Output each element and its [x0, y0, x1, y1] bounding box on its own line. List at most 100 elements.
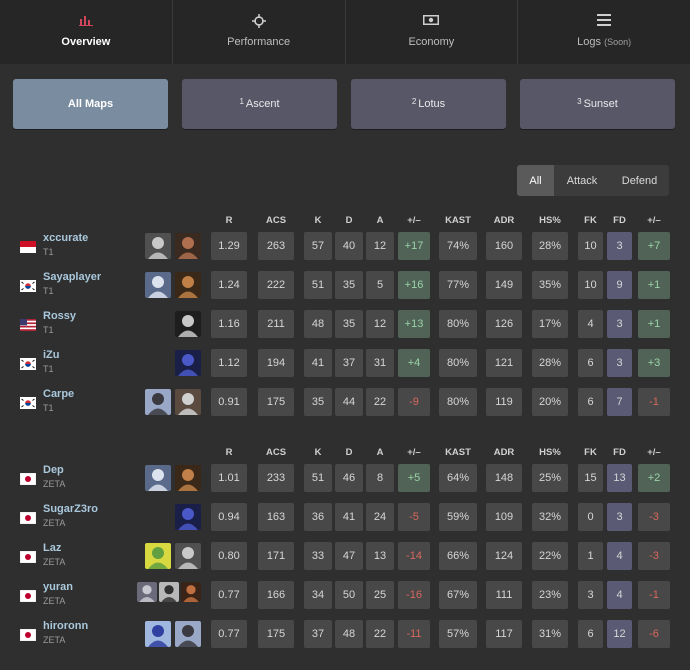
player-row: Carpe T1 0.91 175 35 44 22 -9 80% 119 20% 6 7 -1 [0, 386, 690, 425]
stat-cell: 50 [335, 581, 363, 609]
stat-cell: 33 [304, 542, 332, 570]
column-header: D [345, 215, 353, 226]
stat-cell: 1.12 [211, 349, 247, 377]
map-label: All Maps [67, 98, 114, 110]
column-header: ACS [265, 447, 287, 458]
stat-cell: +1 [638, 310, 670, 338]
agent-l-icon [181, 582, 201, 602]
stat-cell: 34 [304, 581, 332, 609]
player-name[interactable]: Sayaplayer [43, 271, 101, 283]
stat-cell: 35 [304, 388, 332, 416]
stat-cell: 163 [258, 503, 294, 531]
column-header: FK [584, 447, 597, 458]
agent-c-icon [145, 465, 171, 491]
stat-cell: 3 [607, 232, 632, 260]
player-name[interactable]: hiroronn [43, 620, 88, 632]
map-button-lotus[interactable]: 2 Lotus [351, 79, 506, 129]
stat-cell: 28% [532, 349, 568, 377]
stat-cell: 80% [439, 388, 477, 416]
player-name[interactable]: Carpe [43, 388, 74, 400]
map-button-all[interactable]: All Maps [13, 79, 168, 129]
map-label: Ascent [245, 98, 280, 110]
agent-g-icon [145, 389, 171, 415]
stat-cell: 12 [366, 310, 394, 338]
tab-logs-label: Logs [577, 36, 602, 48]
agent-e-icon [175, 311, 201, 337]
stat-cell: 166 [258, 581, 294, 609]
column-header: A [376, 215, 384, 226]
side-filter-attack[interactable]: Attack [554, 165, 610, 196]
stat-cell: 37 [304, 620, 332, 648]
stat-cell: +7 [638, 232, 670, 260]
side-filter-all[interactable]: All [517, 165, 554, 196]
player-name[interactable]: SugarZ3ro [43, 503, 98, 515]
stat-cell: 22% [532, 542, 568, 570]
player-team: T1 [43, 325, 54, 335]
player-name[interactable]: Dep [43, 464, 64, 476]
tab-overview[interactable]: Overview [0, 0, 173, 64]
tab-label: Logs (Soon) [518, 36, 690, 48]
stat-cell: -16 [398, 581, 430, 609]
stat-cell: 59% [439, 503, 477, 531]
flag-jp-icon [19, 550, 37, 564]
tab-label: Performance [227, 36, 291, 48]
tab-logs[interactable]: Logs (Soon) [518, 0, 690, 64]
stat-cell: -11 [398, 620, 430, 648]
stat-cell: 109 [486, 503, 522, 531]
stat-cell: -9 [398, 388, 430, 416]
table-header: R ACS K D A +/– KAST ADR HS% FK FD +/– [0, 444, 690, 462]
stat-cell: 31% [532, 620, 568, 648]
stat-cell: 25 [366, 581, 394, 609]
tab-logs-note: (Soon) [604, 37, 632, 47]
stat-cell: +13 [398, 310, 430, 338]
player-row: SugarZ3ro ZETA 0.94 163 36 41 24 -5 59% 109 32% 0 3-… [0, 501, 690, 540]
column-header: HS% [539, 447, 561, 458]
column-header: +/– [647, 447, 661, 458]
stat-cell: 51 [304, 464, 332, 492]
stat-cell: -6 [638, 620, 670, 648]
stat-cell: 51 [304, 271, 332, 299]
player-name[interactable]: xccurate [43, 232, 88, 244]
player-name[interactable]: Rossy [43, 310, 76, 322]
map-button-ascent[interactable]: 1 Ascent [182, 79, 337, 129]
flag-jp-icon [19, 511, 37, 525]
map-button-sunset[interactable]: 3 Sunset [520, 79, 675, 129]
flag-jp-icon [19, 472, 37, 486]
stat-cell: 64% [439, 464, 477, 492]
stat-cell: +16 [398, 271, 430, 299]
player-team: ZETA [43, 479, 66, 489]
stat-cell: 57% [439, 620, 477, 648]
stat-cell: 4 [607, 581, 632, 609]
agent-k-icon [159, 582, 179, 602]
player-name[interactable]: Laz [43, 542, 61, 554]
stat-cell: 148 [486, 464, 522, 492]
stat-cell: -3 [638, 503, 670, 531]
stat-cell: 41 [304, 349, 332, 377]
stat-cell: 0.77 [211, 581, 247, 609]
player-row: hiroronn ZETA 0.77 175 37 48 22 -11 57% 117 31% 6 12… [0, 618, 690, 657]
stat-cell: 3 [578, 581, 603, 609]
tab-performance[interactable]: Performance [173, 0, 346, 64]
player-team: ZETA [43, 635, 66, 645]
stat-cell: -1 [638, 581, 670, 609]
stat-cell: -1 [638, 388, 670, 416]
side-filter: All Attack Defend [517, 165, 669, 196]
stat-cell: 194 [258, 349, 294, 377]
stat-cell: 111 [486, 581, 522, 609]
stat-cell: 1.24 [211, 271, 247, 299]
stat-cell: 1.16 [211, 310, 247, 338]
tab-economy[interactable]: Economy [346, 0, 519, 64]
player-name[interactable]: yuran [43, 581, 73, 593]
stat-cell: 28% [532, 232, 568, 260]
stat-cell: 35% [532, 271, 568, 299]
stat-cell: 126 [486, 310, 522, 338]
side-filter-defend[interactable]: Defend [610, 165, 669, 196]
bar-chart-icon [0, 14, 172, 28]
player-team: T1 [43, 403, 54, 413]
stat-cell: +4 [398, 349, 430, 377]
stat-cell: 160 [486, 232, 522, 260]
agent-h-icon [175, 389, 201, 415]
player-name[interactable]: iZu [43, 349, 60, 361]
stat-cell: 1.01 [211, 464, 247, 492]
stat-cell: 4 [607, 542, 632, 570]
